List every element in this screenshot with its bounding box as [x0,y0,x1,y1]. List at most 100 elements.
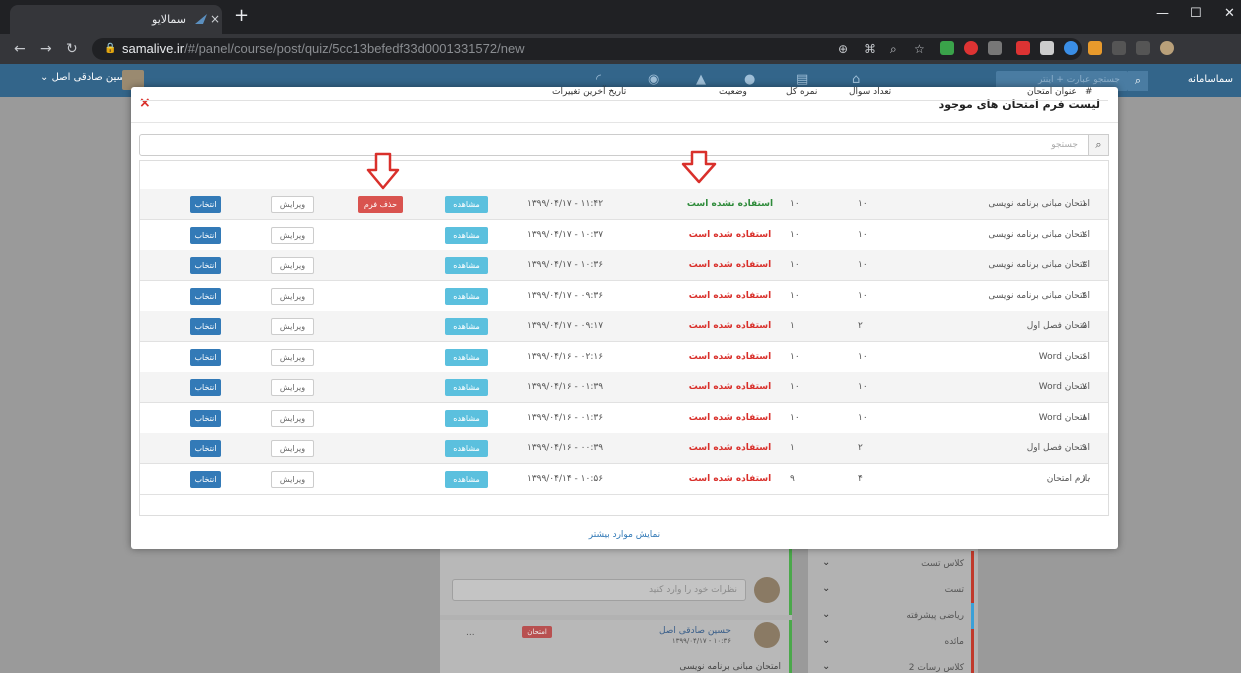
view-button[interactable]: مشاهده [445,227,488,244]
new-tab-button[interactable]: + [234,5,249,26]
post-date: ۱۰:۳۶ - ۱۳۹۹/۰۴/۱۷ [671,637,731,645]
exam-name: امتحان مبانی برنامه نویسی [988,260,1090,270]
sidebar-item-label: تست [944,585,964,595]
edit-button[interactable]: ویرایش [271,196,314,213]
reload-icon[interactable]: ↻ [66,41,78,57]
sidebar-item[interactable]: ریاضی پیشرفته ⌄ [822,603,974,629]
chat-icon[interactable]: ● [744,72,755,87]
minimize-icon[interactable]: — [1156,6,1169,21]
chevron-down-icon[interactable]: ⌄ [822,635,830,646]
divider [131,122,1118,123]
last-modified: ۰۹:۳۶ - ۱۳۹۹/۰۴/۱۷ [526,291,604,301]
view-button[interactable]: مشاهده [445,410,488,427]
extension-icon[interactable] [1088,41,1102,55]
header-num: # [1085,87,1093,97]
select-button[interactable]: انتخاب [190,410,221,427]
edit-button[interactable]: ویرایش [271,440,314,457]
back-icon[interactable]: ← [14,41,26,57]
close-window-icon[interactable]: ✕ [1224,6,1235,21]
select-button[interactable]: انتخاب [190,318,221,335]
view-button[interactable]: مشاهده [445,349,488,366]
forward-icon[interactable]: → [40,41,52,57]
view-button[interactable]: مشاهده [445,288,488,305]
view-button[interactable]: مشاهده [445,379,488,396]
tab-close-icon[interactable]: × [210,12,220,26]
show-more-link[interactable]: نمایش موارد بیشتر [131,530,1118,540]
view-button[interactable]: مشاهده [445,257,488,274]
search-icon[interactable]: ⌕ [1088,134,1109,156]
select-button[interactable]: انتخاب [190,349,221,366]
select-button[interactable]: انتخاب [190,379,221,396]
home-icon[interactable]: ⌂ [852,72,860,87]
site-logo[interactable]: سماسامانه [1188,74,1233,85]
chevron-down-icon[interactable]: ⌄ [822,557,830,568]
select-button[interactable]: انتخاب [190,471,221,488]
view-button[interactable]: مشاهده [445,471,488,488]
translate-icon[interactable]: ⌘ [864,42,876,56]
search-input[interactable]: جستجو [139,134,1089,156]
status-text: استفاده شده است [688,291,772,301]
browser-tab[interactable]: سمالایو × [10,5,222,34]
add-icon[interactable]: ⊕ [838,42,848,56]
select-button[interactable]: انتخاب [190,196,221,213]
book-icon[interactable]: ▤ [796,72,808,87]
rss-icon[interactable]: ◜ [596,72,601,87]
extension-icon[interactable] [1064,41,1078,55]
edit-button[interactable]: ویرایش [271,410,314,427]
sidebar-item[interactable]: کلاس رسات 2 ⌄ [822,655,974,673]
header-divider [140,100,1108,101]
edit-button[interactable]: ویرایش [271,288,314,305]
url-text[interactable]: samalive.ir/#/panel/course/post/quiz/5cc… [122,41,525,56]
select-button[interactable]: انتخاب [190,257,221,274]
chevron-down-icon[interactable]: ⌄ [822,661,830,672]
color-indicator [971,655,974,673]
globe-icon[interactable]: ◉ [648,72,659,87]
extension-icon[interactable] [1016,41,1030,55]
edit-button[interactable]: ویرایش [271,318,314,335]
profile-avatar[interactable] [1160,41,1174,55]
chevron-down-icon[interactable]: ⌄ [822,583,830,594]
comment-input[interactable]: نظرات خود را وارد کنید [452,579,746,601]
view-button[interactable]: مشاهده [445,196,488,213]
last-modified: ۱۱:۴۲ - ۱۳۹۹/۰۴/۱۷ [526,199,604,209]
delete-form-button[interactable]: حذف فرم [358,196,403,213]
sidebar-item[interactable]: مائده ⌄ [822,629,974,655]
post-author[interactable]: حسین صادقی اصل [659,626,731,636]
maximize-icon[interactable]: ☐ [1190,6,1202,21]
extension-icon[interactable] [988,41,1002,55]
post-more-icon[interactable]: ... [466,628,475,638]
select-button[interactable]: انتخاب [190,288,221,305]
bookmark-star-icon[interactable]: ☆ [914,42,925,56]
key-icon[interactable] [1136,41,1150,55]
edit-button[interactable]: ویرایش [271,349,314,366]
question-count: ۲ [858,443,863,453]
extension-icon[interactable] [940,41,954,55]
close-icon[interactable]: × [139,95,151,111]
table-row: ۵ امتحان فصل اول ۲ ۱ استفاده شده است ۰۹:۱۷ - … [140,311,1108,341]
chevron-down-icon[interactable]: ⌄ [822,609,830,620]
total-score: ۱ [790,443,795,453]
color-indicator [971,551,974,577]
exam-name: بارم امتحان [1046,474,1090,484]
puzzle-icon[interactable] [1112,41,1126,55]
edit-button[interactable]: ویرایش [271,379,314,396]
sidebar-item[interactable]: تست ⌄ [822,577,974,603]
extension-icon[interactable] [964,41,978,55]
view-button[interactable]: مشاهده [445,440,488,457]
exam-name: امتحان مبانی برنامه نویسی [988,230,1090,240]
edit-button[interactable]: ویرایش [271,257,314,274]
search-icon[interactable]: ⌕ [1128,71,1148,91]
exam-name: امتحان Word [1038,413,1090,423]
user-menu[interactable]: حسین صادقی اصل ⌄ [40,72,132,83]
bell-icon[interactable]: ▲ [696,72,706,87]
select-button[interactable]: انتخاب [190,227,221,244]
view-button[interactable]: مشاهده [445,318,488,335]
total-score: ۱ [790,321,795,331]
edit-button[interactable]: ویرایش [271,227,314,244]
zoom-icon[interactable]: ⌕ [890,42,897,57]
edit-button[interactable]: ویرایش [271,471,314,488]
extension-icon[interactable] [1040,41,1054,55]
sidebar-item[interactable]: کلاس تست ⌄ [822,551,974,577]
select-button[interactable]: انتخاب [190,440,221,457]
question-count: ۴ [858,474,863,484]
